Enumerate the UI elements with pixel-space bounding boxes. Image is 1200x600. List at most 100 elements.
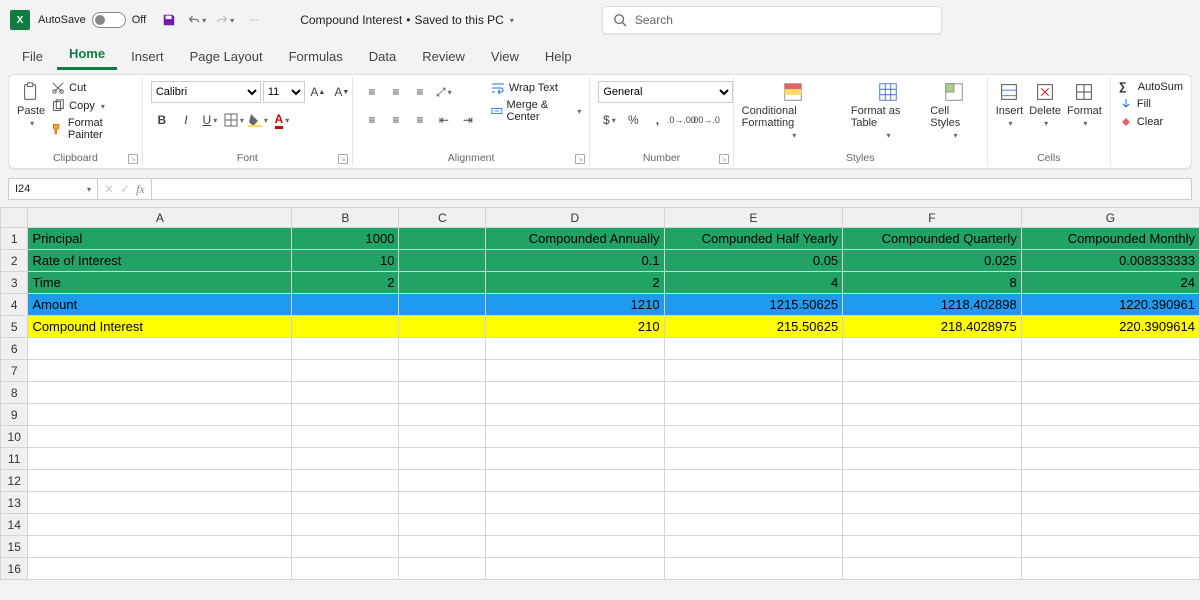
align-middle-button[interactable]: ≡ — [385, 81, 407, 103]
cell-E6[interactable] — [664, 338, 843, 360]
name-box[interactable]: I24▾ — [8, 178, 98, 200]
save-button[interactable] — [160, 11, 178, 29]
cell-G8[interactable] — [1021, 382, 1199, 404]
row-header-13[interactable]: 13 — [1, 492, 28, 514]
autosave-toggle[interactable]: AutoSave Off — [38, 12, 146, 28]
merge-center-button[interactable]: Merge & Center▾ — [491, 99, 582, 123]
cell-F8[interactable] — [843, 382, 1022, 404]
cell-C11[interactable] — [399, 448, 486, 470]
cell-E8[interactable] — [664, 382, 843, 404]
cell-F4[interactable]: 1218.402898 — [843, 294, 1022, 316]
cell-E7[interactable] — [664, 360, 843, 382]
number-format-select[interactable]: General — [598, 81, 733, 103]
cell-A6[interactable] — [28, 338, 292, 360]
cell-E15[interactable] — [664, 536, 843, 558]
row-header-12[interactable]: 12 — [1, 470, 28, 492]
cell-A2[interactable]: Rate of Interest — [28, 250, 292, 272]
dialog-launcher-icon[interactable]: ↘ — [338, 154, 348, 164]
tab-view[interactable]: View — [479, 43, 531, 70]
orientation-button[interactable]: ⤢▾ — [433, 81, 455, 103]
cell-G16[interactable] — [1021, 558, 1199, 580]
tab-data[interactable]: Data — [357, 43, 408, 70]
cell-E9[interactable] — [664, 404, 843, 426]
dialog-launcher-icon[interactable]: ↘ — [719, 154, 729, 164]
cell-A13[interactable] — [28, 492, 292, 514]
cell-G1[interactable]: Compounded Monthly — [1021, 228, 1199, 250]
bold-button[interactable]: B — [151, 109, 173, 131]
select-all-corner[interactable] — [1, 208, 28, 228]
col-header-A[interactable]: A — [28, 208, 292, 228]
decrease-indent-button[interactable]: ⇤ — [433, 109, 455, 131]
redo-button[interactable]: ▾ — [216, 11, 234, 29]
cell-C6[interactable] — [399, 338, 486, 360]
cell-A1[interactable]: Principal — [28, 228, 292, 250]
cell-C2[interactable] — [399, 250, 486, 272]
cell-F14[interactable] — [843, 514, 1022, 536]
cell-G5[interactable]: 220.3909614 — [1021, 316, 1199, 338]
col-header-C[interactable]: C — [399, 208, 486, 228]
cell-C12[interactable] — [399, 470, 486, 492]
cell-E5[interactable]: 215.50625 — [664, 316, 843, 338]
cell-A11[interactable] — [28, 448, 292, 470]
row-header-10[interactable]: 10 — [1, 426, 28, 448]
cell-F11[interactable] — [843, 448, 1022, 470]
cell-E14[interactable] — [664, 514, 843, 536]
format-painter-button[interactable]: Format Painter — [51, 117, 134, 141]
row-header-11[interactable]: 11 — [1, 448, 28, 470]
cell-D1[interactable]: Compounded Annually — [486, 228, 664, 250]
format-cells-button[interactable]: Format▾ — [1067, 81, 1102, 128]
cell-E4[interactable]: 1215.50625 — [664, 294, 843, 316]
cell-B13[interactable] — [292, 492, 399, 514]
cell-B1[interactable]: 1000 — [292, 228, 399, 250]
cancel-formula-icon[interactable]: ✕ — [104, 182, 114, 196]
cell-C16[interactable] — [399, 558, 486, 580]
cell-A14[interactable] — [28, 514, 292, 536]
cell-D2[interactable]: 0.1 — [486, 250, 664, 272]
tab-help[interactable]: Help — [533, 43, 584, 70]
cell-F12[interactable] — [843, 470, 1022, 492]
col-header-E[interactable]: E — [664, 208, 843, 228]
cell-E10[interactable] — [664, 426, 843, 448]
cell-B12[interactable] — [292, 470, 399, 492]
spreadsheet-grid[interactable]: ABCDEFG1Principal1000Compounded Annually… — [0, 207, 1200, 580]
dialog-launcher-icon[interactable]: ↘ — [575, 154, 585, 164]
accounting-format-button[interactable]: $▾ — [598, 109, 620, 131]
cell-G7[interactable] — [1021, 360, 1199, 382]
underline-button[interactable]: U▾ — [199, 109, 221, 131]
cell-C13[interactable] — [399, 492, 486, 514]
cell-A16[interactable] — [28, 558, 292, 580]
font-size-select[interactable]: 11 — [263, 81, 305, 103]
fx-icon[interactable]: fx — [136, 182, 145, 197]
paste-button[interactable]: Paste ▾ — [17, 81, 45, 128]
insert-cells-button[interactable]: Insert▾ — [996, 81, 1024, 128]
tab-review[interactable]: Review — [410, 43, 477, 70]
cell-D16[interactable] — [486, 558, 664, 580]
cell-G13[interactable] — [1021, 492, 1199, 514]
cell-B8[interactable] — [292, 382, 399, 404]
cell-C4[interactable] — [399, 294, 486, 316]
row-header-9[interactable]: 9 — [1, 404, 28, 426]
cell-F16[interactable] — [843, 558, 1022, 580]
conditional-formatting-button[interactable]: Conditional Formatting▾ — [742, 81, 845, 140]
cell-B10[interactable] — [292, 426, 399, 448]
search-input[interactable]: Search — [602, 6, 942, 34]
format-as-table-button[interactable]: Format as Table▾ — [851, 81, 924, 140]
cell-G4[interactable]: 1220.390961 — [1021, 294, 1199, 316]
cell-E1[interactable]: Compunded Half Yearly — [664, 228, 843, 250]
clear-button[interactable]: Clear — [1119, 115, 1183, 129]
cell-C10[interactable] — [399, 426, 486, 448]
tab-file[interactable]: File — [10, 43, 55, 70]
col-header-G[interactable]: G — [1021, 208, 1199, 228]
cell-B9[interactable] — [292, 404, 399, 426]
cell-A5[interactable]: Compound Interest — [28, 316, 292, 338]
cell-F2[interactable]: 0.025 — [843, 250, 1022, 272]
row-header-8[interactable]: 8 — [1, 382, 28, 404]
italic-button[interactable]: I — [175, 109, 197, 131]
cell-D7[interactable] — [486, 360, 664, 382]
cell-A12[interactable] — [28, 470, 292, 492]
cell-B14[interactable] — [292, 514, 399, 536]
cell-B5[interactable] — [292, 316, 399, 338]
cell-F6[interactable] — [843, 338, 1022, 360]
document-title[interactable]: Compound Interest • Saved to this PC ▾ — [300, 13, 514, 27]
cell-F13[interactable] — [843, 492, 1022, 514]
